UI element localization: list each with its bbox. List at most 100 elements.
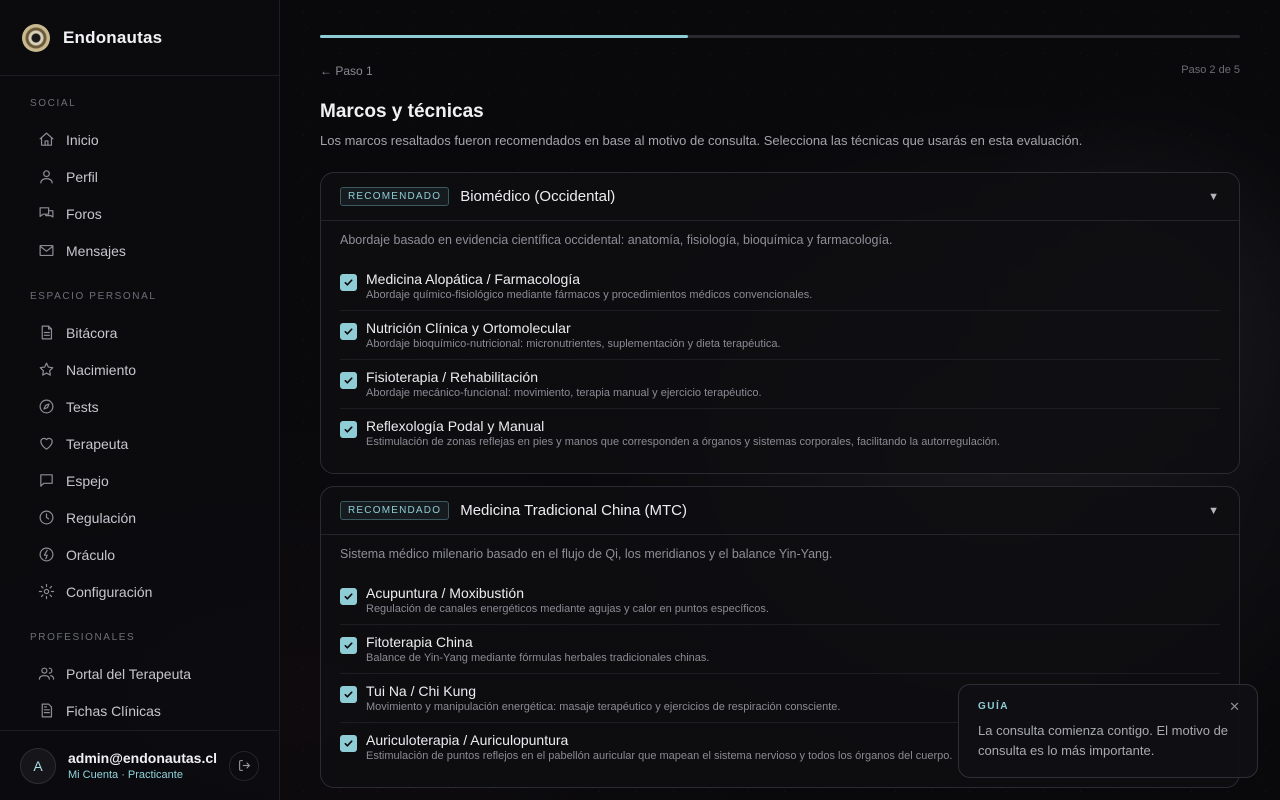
- main-content: ← Paso 1 Paso 2 de 5 Marcos y técnicas L…: [320, 0, 1240, 788]
- technique-checkbox[interactable]: [340, 323, 357, 340]
- sidebar-item-label: Terapeuta: [66, 435, 129, 452]
- nav-section: ESPACIO PERSONAL Bitácora Nacimiento Tests T…: [0, 291, 279, 610]
- technique-description: Estimulación de puntos reflejos en el pa…: [366, 750, 953, 762]
- user-info[interactable]: admin@endonautas.cl Mi Cuenta · Practica…: [68, 750, 217, 781]
- sidebar-item-foros[interactable]: Foros: [0, 195, 279, 232]
- recommended-badge: RECOMENDADO: [340, 501, 450, 520]
- technique-checkbox[interactable]: [340, 274, 357, 291]
- technique-text: Fitoterapia China Balance de Yin-Yang me…: [366, 634, 709, 664]
- sidebar-item-label: Configuración: [66, 583, 153, 600]
- star-icon: [37, 361, 55, 379]
- gear-icon: [37, 583, 55, 601]
- technique-checkbox[interactable]: [340, 421, 357, 438]
- sidebar-item-label: Perfil: [66, 168, 98, 185]
- page-description: Los marcos resaltados fueron recomendado…: [320, 133, 1083, 148]
- sidebar-item-perfil[interactable]: Perfil: [0, 158, 279, 195]
- technique-checkbox[interactable]: [340, 588, 357, 605]
- logo-icon: [22, 23, 50, 52]
- technique-row[interactable]: Reflexología Podal y Manual Estimulación…: [340, 409, 1220, 457]
- technique-text: Reflexología Podal y Manual Estimulación…: [366, 418, 1000, 448]
- technique-name: Auriculoterapia / Auriculopuntura: [366, 732, 569, 748]
- technique-checkbox[interactable]: [340, 372, 357, 389]
- section-title: SOCIAL: [30, 98, 77, 109]
- technique-row[interactable]: Nutrición Clínica y Ortomolecular Aborda…: [340, 311, 1220, 360]
- framework-title: Medicina Tradicional China (MTC): [460, 502, 687, 519]
- framework-header[interactable]: RECOMENDADO Medicina Tradicional China (…: [321, 487, 1239, 535]
- clock-icon: [37, 509, 55, 527]
- technique-checkbox[interactable]: [340, 637, 357, 654]
- sidebar-item-label: Inicio: [66, 131, 99, 148]
- technique-name: Reflexología Podal y Manual: [366, 418, 545, 434]
- technique-text: Nutrición Clínica y Ortomolecular Aborda…: [366, 320, 781, 350]
- framework-description: Abordaje basado en evidencia científica …: [340, 233, 893, 247]
- technique-row[interactable]: Acupuntura / Moxibustión Regulación de c…: [340, 576, 1220, 625]
- technique-name: Medicina Alopática / Farmacología: [366, 271, 580, 287]
- check-icon: [344, 279, 353, 286]
- technique-row[interactable]: Medicina Alopática / Farmacología Aborda…: [340, 262, 1220, 311]
- sidebar-item-mensajes[interactable]: Mensajes: [0, 232, 279, 269]
- nav-section: PROFESIONALES Portal del Terapeuta Fichas …: [0, 632, 279, 729]
- back-link[interactable]: ← Paso 1: [320, 64, 373, 78]
- sidebar-item-terapeuta[interactable]: Terapeuta: [0, 425, 279, 462]
- technique-name: Tui Na / Chi Kung: [366, 683, 476, 699]
- technique-description: Estimulación de zonas reflejas en pies y…: [366, 436, 1001, 448]
- sidebar-item-label: Nacimiento: [66, 361, 137, 378]
- framework-description: Sistema médico milenario basado en el fl…: [340, 547, 833, 561]
- check-icon: [344, 740, 353, 747]
- avatar[interactable]: A: [20, 747, 56, 784]
- chevron-down-icon[interactable]: ▼: [1208, 191, 1219, 203]
- framework-header[interactable]: RECOMENDADO Biomédico (Occidental) ▼: [321, 173, 1239, 221]
- sidebar-item-label: Bitácora: [66, 324, 118, 341]
- forum-icon: [37, 205, 55, 223]
- chat-icon: [37, 472, 55, 490]
- sidebar-item-label: Oráculo: [66, 546, 116, 563]
- sidebar-item-label: Portal del Terapeuta: [66, 665, 192, 682]
- chevron-down-icon[interactable]: ▼: [1208, 505, 1219, 517]
- technique-checkbox[interactable]: [340, 686, 357, 703]
- close-icon[interactable]: ✕: [1229, 699, 1240, 715]
- sidebar-item-regulación[interactable]: Regulación: [0, 499, 279, 536]
- file-icon: [37, 702, 55, 720]
- guide-toast: GUÍA ✕ La consulta comienza contigo. El …: [958, 684, 1258, 778]
- recommended-badge: RECOMENDADO: [340, 187, 450, 206]
- guide-text: La consulta comienza contigo. El motivo …: [978, 723, 1229, 759]
- sidebar-item-nacimiento[interactable]: Nacimiento: [0, 351, 279, 388]
- logout-icon: [238, 760, 250, 771]
- section-title: ESPACIO PERSONAL: [30, 291, 157, 302]
- progress-fill: [320, 35, 688, 38]
- technique-text: Medicina Alopática / Farmacología Aborda…: [366, 271, 812, 301]
- framework-body: Abordaje basado en evidencia científica …: [321, 221, 1239, 473]
- technique-row[interactable]: Fitoterapia China Balance de Yin-Yang me…: [340, 625, 1220, 674]
- sidebar-item-fichas-clínicas[interactable]: Fichas Clínicas: [0, 692, 279, 729]
- guide-title: GUÍA: [978, 701, 1009, 712]
- sidebar-item-label: Fichas Clínicas: [66, 702, 161, 719]
- technique-row[interactable]: Fisioterapia / Rehabilitación Abordaje m…: [340, 360, 1220, 409]
- page-title: Marcos y técnicas: [320, 101, 484, 122]
- sidebar-item-oráculo[interactable]: Oráculo: [0, 536, 279, 573]
- sidebar-item-portal-del-terapeuta[interactable]: Portal del Terapeuta: [0, 655, 279, 692]
- check-icon: [344, 426, 353, 433]
- sidebar-item-tests[interactable]: Tests: [0, 388, 279, 425]
- technique-name: Fisioterapia / Rehabilitación: [366, 369, 538, 385]
- progress-bar: [320, 35, 1240, 38]
- technique-text: Tui Na / Chi Kung Movimiento y manipulac…: [366, 683, 840, 713]
- sidebar-item-bitácora[interactable]: Bitácora: [0, 314, 279, 351]
- sidebar-item-label: Espejo: [66, 472, 109, 489]
- technique-text: Auriculoterapia / Auriculopuntura Estimu…: [366, 732, 952, 762]
- sidebar-item-configuración[interactable]: Configuración: [0, 573, 279, 610]
- logout-button[interactable]: [229, 750, 259, 781]
- sidebar-item-label: Regulación: [66, 509, 137, 526]
- document-icon: [37, 324, 55, 342]
- user-subtitle: Mi Cuenta · Practicante: [68, 769, 183, 781]
- technique-name: Fitoterapia China: [366, 634, 473, 650]
- sidebar-item-inicio[interactable]: Inicio: [0, 121, 279, 158]
- users-icon: [37, 665, 55, 683]
- technique-text: Acupuntura / Moxibustión Regulación de c…: [366, 585, 769, 615]
- heart-icon: [37, 435, 55, 453]
- technique-checkbox[interactable]: [340, 735, 357, 752]
- sidebar-item-label: Foros: [66, 205, 102, 222]
- brand[interactable]: Endonautas: [0, 0, 279, 76]
- brand-name: Endonautas: [63, 27, 163, 47]
- sidebar-item-espejo[interactable]: Espejo: [0, 462, 279, 499]
- check-icon: [344, 642, 353, 649]
